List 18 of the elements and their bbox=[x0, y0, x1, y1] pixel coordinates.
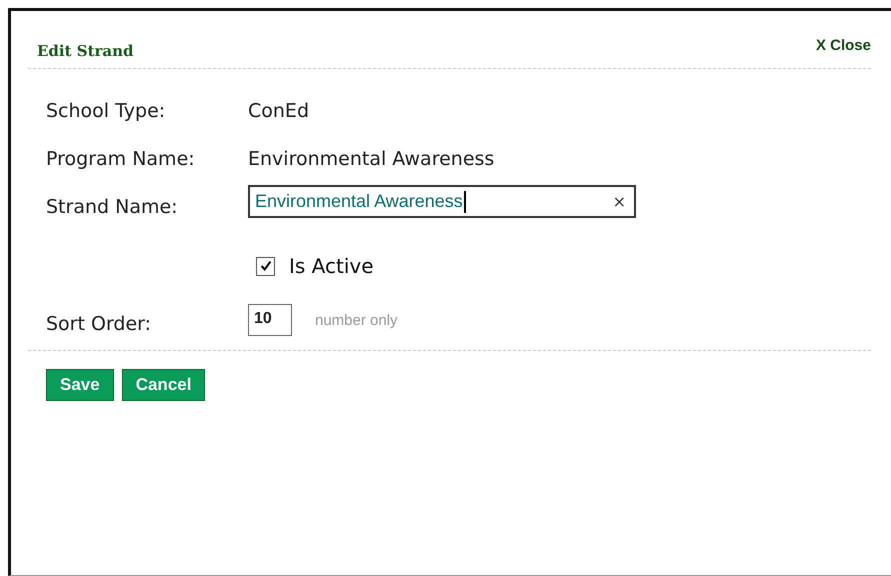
field-label: Program Name: bbox=[46, 147, 196, 172]
strand-name-field[interactable]: Environmental Awareness × bbox=[248, 185, 636, 218]
check-icon bbox=[258, 259, 272, 273]
field-text: Environmental Awareness bbox=[255, 191, 463, 212]
hint-text: number only bbox=[315, 312, 398, 328]
dialog-title: Edit Strand bbox=[37, 42, 134, 60]
action-button[interactable]: Cancel bbox=[122, 369, 206, 401]
action-button[interactable]: Save bbox=[46, 369, 114, 401]
field-label: Sort Order: bbox=[46, 312, 152, 337]
clear-button[interactable]: × bbox=[612, 192, 626, 211]
checkbox[interactable] bbox=[256, 256, 275, 276]
checkbox-label: Is Active bbox=[289, 254, 374, 278]
field-label: Strand Name: bbox=[46, 195, 179, 220]
sort-order-field[interactable]: 10 bbox=[248, 304, 292, 336]
field-value: Environmental Awareness bbox=[248, 147, 496, 172]
field-value: ConEd bbox=[248, 99, 310, 124]
field-label: School Type: bbox=[46, 99, 166, 124]
close-link[interactable]: X Close bbox=[816, 37, 871, 54]
